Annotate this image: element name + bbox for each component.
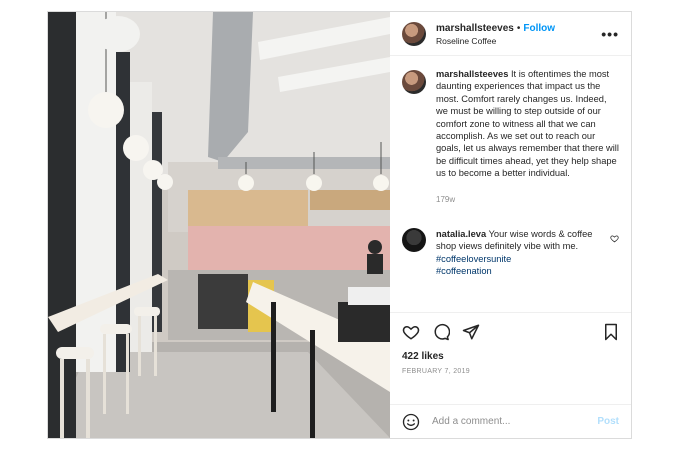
comment-input[interactable]	[432, 416, 598, 427]
author-avatar[interactable]	[402, 21, 426, 46]
likes-count[interactable]: 422 likes	[402, 351, 619, 362]
post-side-panel: marshallsteeves • Follow Roseline Coffee •…	[390, 12, 631, 438]
post-header: marshallsteeves • Follow Roseline Coffee •…	[390, 12, 631, 56]
caption: marshallsteeves It is oftentimes the mos…	[402, 68, 619, 206]
caption-time[interactable]: 179w	[436, 194, 619, 206]
action-icons	[402, 321, 619, 343]
caption-username[interactable]: marshallsteeves	[436, 69, 508, 79]
post-comment-button[interactable]: Post	[597, 416, 619, 427]
share-icon[interactable]	[462, 323, 480, 341]
comments-section[interactable]: marshallsteeves It is oftentimes the mos…	[390, 56, 631, 312]
caption-avatar[interactable]	[402, 70, 426, 94]
post-photo[interactable]	[48, 12, 390, 438]
more-horizontal-icon[interactable]: •••	[601, 26, 619, 42]
comment-body: natalia.leva Your wise words & coffee sh…	[436, 228, 619, 278]
caption-body: marshallsteeves It is oftentimes the mos…	[436, 68, 619, 206]
heart-icon[interactable]	[402, 323, 420, 341]
post-location[interactable]: Roseline Coffee	[436, 35, 555, 48]
caption-text: It is oftentimes the most daunting exper…	[436, 69, 619, 179]
emoji-icon[interactable]	[402, 413, 420, 431]
post-actions: 422 likes FEBRUARY 7, 2019	[390, 312, 631, 404]
add-comment-bar: Post	[390, 404, 631, 438]
hashtag-link[interactable]: #coffeenation	[436, 266, 492, 276]
post-date[interactable]: FEBRUARY 7, 2019	[402, 368, 619, 375]
coffee-shop-photo	[48, 12, 390, 438]
commenter-username[interactable]: natalia.leva	[436, 229, 486, 239]
instagram-post: marshallsteeves • Follow Roseline Coffee •…	[47, 11, 632, 439]
follow-button[interactable]: Follow	[523, 23, 555, 34]
list-item-comment: natalia.leva Your wise words & coffee sh…	[402, 228, 619, 278]
commenter-avatar[interactable]	[402, 228, 426, 253]
bookmark-icon[interactable]	[603, 323, 619, 341]
comment-icon[interactable]	[432, 323, 450, 341]
author-username[interactable]: marshallsteeves	[436, 23, 514, 34]
header-text: marshallsteeves • Follow Roseline Coffee	[436, 20, 555, 48]
like-comment-heart-icon[interactable]	[610, 234, 619, 245]
hashtag-link[interactable]: #coffeeloversunite	[436, 254, 511, 264]
separator-dot: •	[516, 22, 521, 34]
